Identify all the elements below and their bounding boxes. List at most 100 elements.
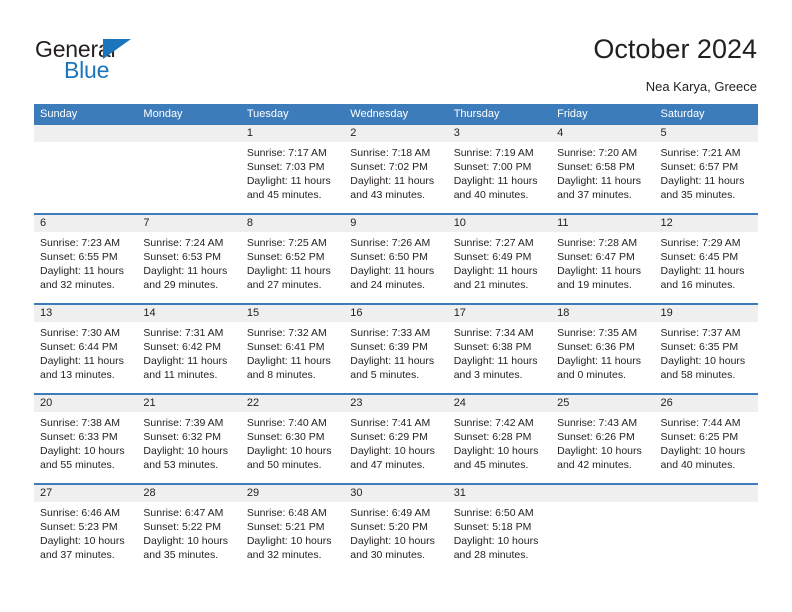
daylight-duration-line1: Daylight: 10 hours xyxy=(453,445,539,457)
calendar-day-cell[interactable]: 29 Sunrise: 6:48 AM Sunset: 5:21 PM Dayligh… xyxy=(240,485,345,573)
sunrise-time: Sunrise: 7:29 AM xyxy=(660,237,741,249)
sunrise-time: Sunrise: 7:33 AM xyxy=(350,327,431,339)
calendar-day-cell[interactable]: 30 Sunrise: 6:49 AM Sunset: 5:20 PM Dayligh… xyxy=(344,485,448,573)
sunset-time: Sunset: 6:45 PM xyxy=(660,251,739,263)
daylight-duration-line2: and 45 minutes. xyxy=(453,459,529,471)
daylight-duration-line1: Daylight: 10 hours xyxy=(557,445,642,457)
sunset-time: Sunset: 6:38 PM xyxy=(453,341,532,353)
sunrise-time: Sunrise: 7:27 AM xyxy=(453,237,534,249)
calendar-day-cell[interactable]: 8 Sunrise: 7:25 AM Sunset: 6:52 PM Daylight… xyxy=(240,215,345,303)
calendar-day-cell[interactable]: 27 Sunrise: 6:46 AM Sunset: 5:23 PM Dayligh… xyxy=(34,485,138,573)
calendar-day-cell[interactable]: 13 Sunrise: 7:30 AM Sunset: 6:44 PM Dayligh… xyxy=(34,305,138,393)
sunrise-time: Sunrise: 7:30 AM xyxy=(40,327,120,339)
day-details: Sunrise: 6:50 AM Sunset: 5:18 PM Daylight:… xyxy=(448,502,551,562)
day-number: 23 xyxy=(344,395,448,412)
day-details: Sunrise: 7:25 AM Sunset: 6:52 PM Daylight:… xyxy=(241,232,344,292)
calendar-day-cell[interactable]: 1 Sunrise: 7:17 AM Sunset: 7:03 PM Daylight… xyxy=(240,125,345,213)
page-title: October 2024 xyxy=(593,34,757,64)
daylight-duration-line2: and 0 minutes. xyxy=(557,369,626,381)
sunset-time: Sunset: 7:03 PM xyxy=(246,161,325,173)
sunrise-time: Sunrise: 6:47 AM xyxy=(143,507,224,519)
calendar-day-cell[interactable]: 10 Sunrise: 7:27 AM Sunset: 6:49 PM Dayligh… xyxy=(447,215,552,303)
calendar-day-cell[interactable]: 15 Sunrise: 7:32 AM Sunset: 6:41 PM Dayligh… xyxy=(240,305,345,393)
sunset-time: Sunset: 6:30 PM xyxy=(246,431,325,443)
day-number: 9 xyxy=(344,215,448,232)
day-details: Sunrise: 7:34 AM Sunset: 6:38 PM Daylight:… xyxy=(448,322,551,382)
sunrise-time: Sunrise: 7:19 AM xyxy=(453,147,534,159)
sunset-time: Sunset: 6:26 PM xyxy=(557,431,635,443)
daylight-duration-line1: Daylight: 11 hours xyxy=(453,355,538,367)
sunrise-time: Sunrise: 6:49 AM xyxy=(350,507,431,519)
page-header: General Blue October 2024 Nea Karya, Gre… xyxy=(0,0,792,100)
daylight-duration-line1: Daylight: 10 hours xyxy=(660,355,746,367)
sunset-time: Sunset: 5:18 PM xyxy=(453,521,532,533)
sunset-time: Sunset: 6:39 PM xyxy=(350,341,428,353)
calendar-day-cell[interactable]: 26 Sunrise: 7:44 AM Sunset: 6:25 PM Dayligh… xyxy=(654,395,758,483)
day-details: Sunrise: 7:26 AM Sunset: 6:50 PM Daylight:… xyxy=(344,232,447,292)
daylight-duration-line2: and 21 minutes. xyxy=(453,279,529,291)
daylight-duration-line1: Daylight: 11 hours xyxy=(246,175,331,187)
day-number: 28 xyxy=(137,485,241,502)
calendar-day-cell[interactable]: 21 Sunrise: 7:39 AM Sunset: 6:32 PM Dayligh… xyxy=(137,395,241,483)
sunset-time: Sunset: 6:42 PM xyxy=(143,341,222,353)
calendar-day-cell[interactable]: 9 Sunrise: 7:26 AM Sunset: 6:50 PM Daylight… xyxy=(344,215,448,303)
daylight-duration-line2: and 50 minutes. xyxy=(246,459,322,471)
calendar-day-cell[interactable]: 23 Sunrise: 7:41 AM Sunset: 6:29 PM Dayligh… xyxy=(344,395,448,483)
calendar-day-cell[interactable]: 28 Sunrise: 6:47 AM Sunset: 5:22 PM Dayligh… xyxy=(137,485,241,573)
calendar-day-cell[interactable]: 24 Sunrise: 7:42 AM Sunset: 6:28 PM Dayligh… xyxy=(447,395,552,483)
sunrise-time: Sunrise: 7:37 AM xyxy=(660,327,741,339)
daylight-duration-line2: and 32 minutes. xyxy=(246,549,322,561)
daylight-duration-line1: Daylight: 10 hours xyxy=(453,535,539,547)
calendar-day-cell[interactable]: 6 Sunrise: 7:23 AM Sunset: 6:55 PM Daylight… xyxy=(34,215,138,303)
daylight-duration-line1: Daylight: 11 hours xyxy=(660,265,745,277)
day-number: 20 xyxy=(34,395,138,412)
sunset-time: Sunset: 6:55 PM xyxy=(40,251,118,263)
calendar-day-cell[interactable]: 16 Sunrise: 7:33 AM Sunset: 6:39 PM Dayligh… xyxy=(344,305,448,393)
calendar-day-cell[interactable]: 4 Sunrise: 7:20 AM Sunset: 6:58 PM Daylight… xyxy=(551,125,655,213)
weekday-header-thursday: Thursday xyxy=(453,108,500,120)
calendar-day-cell[interactable]: 17 Sunrise: 7:34 AM Sunset: 6:38 PM Dayligh… xyxy=(447,305,552,393)
sunset-time: Sunset: 7:00 PM xyxy=(453,161,532,173)
daylight-duration-line2: and 37 minutes. xyxy=(557,189,632,201)
calendar-day-cell[interactable]: 31 Sunrise: 6:50 AM Sunset: 5:18 PM Dayligh… xyxy=(447,485,552,573)
day-details: Sunrise: 7:37 AM Sunset: 6:35 PM Daylight:… xyxy=(655,322,758,382)
daylight-duration-line2: and 58 minutes. xyxy=(660,369,736,381)
sunrise-time: Sunrise: 7:40 AM xyxy=(246,417,327,429)
triangle-icon xyxy=(103,39,131,59)
general-blue-logo: General Blue xyxy=(35,36,235,88)
calendar-day-cell[interactable]: 2 Sunrise: 7:18 AM Sunset: 7:02 PM Daylight… xyxy=(344,125,448,213)
calendar-day-cell[interactable]: 14 Sunrise: 7:31 AM Sunset: 6:42 PM Dayligh… xyxy=(137,305,241,393)
weekday-header-sunday: Sunday xyxy=(40,108,78,120)
calendar-day-cell[interactable]: 12 Sunrise: 7:29 AM Sunset: 6:45 PM Dayligh… xyxy=(654,215,758,303)
sunrise-time: Sunrise: 7:17 AM xyxy=(246,147,327,159)
calendar-day-cell[interactable]: 5 Sunrise: 7:21 AM Sunset: 6:57 PM Daylight… xyxy=(654,125,758,213)
calendar-day-cell[interactable]: 19 Sunrise: 7:37 AM Sunset: 6:35 PM Dayligh… xyxy=(654,305,758,393)
day-number: 17 xyxy=(447,305,552,322)
sunrise-time: Sunrise: 6:50 AM xyxy=(453,507,534,519)
sunrise-time: Sunrise: 7:18 AM xyxy=(350,147,431,159)
calendar-day-cell[interactable]: 7 Sunrise: 7:24 AM Sunset: 6:53 PM Daylight… xyxy=(137,215,241,303)
daylight-duration-line2: and 30 minutes. xyxy=(350,549,425,561)
day-details: Sunrise: 6:48 AM Sunset: 5:21 PM Daylight:… xyxy=(241,502,344,562)
daylight-duration-line2: and 47 minutes. xyxy=(350,459,425,471)
calendar-day-cell[interactable]: 20 Sunrise: 7:38 AM Sunset: 6:33 PM Dayligh… xyxy=(34,395,138,483)
weekday-header-wednesday: Wednesday xyxy=(350,108,409,120)
calendar-day-cell[interactable]: 25 Sunrise: 7:43 AM Sunset: 6:26 PM Dayligh… xyxy=(551,395,655,483)
calendar-day-cell[interactable]: 18 Sunrise: 7:35 AM Sunset: 6:36 PM Dayligh… xyxy=(551,305,655,393)
day-number: 8 xyxy=(240,215,345,232)
sunset-time: Sunset: 6:29 PM xyxy=(350,431,428,443)
calendar-day-cell[interactable]: 22 Sunrise: 7:40 AM Sunset: 6:30 PM Dayligh… xyxy=(240,395,345,483)
day-number: 27 xyxy=(34,485,138,502)
weekday-header-saturday: Saturday xyxy=(660,108,705,120)
sunset-time: Sunset: 6:32 PM xyxy=(143,431,222,443)
calendar-day-cell[interactable]: 3 Sunrise: 7:19 AM Sunset: 7:00 PM Daylight… xyxy=(447,125,552,213)
day-details: Sunrise: 7:24 AM Sunset: 6:53 PM Daylight:… xyxy=(137,232,240,292)
day-details: Sunrise: 7:28 AM Sunset: 6:47 PM Daylight:… xyxy=(551,232,654,292)
day-number: 11 xyxy=(551,215,655,232)
calendar-day-cell[interactable]: 11 Sunrise: 7:28 AM Sunset: 6:47 PM Dayligh… xyxy=(551,215,655,303)
daylight-duration-line1: Daylight: 11 hours xyxy=(246,355,331,367)
weekday-header-row: Sunday Monday Tuesday Wednesday Thursday… xyxy=(34,104,758,125)
calendar-day-cell-empty xyxy=(34,125,138,213)
sunset-time: Sunset: 5:21 PM xyxy=(246,521,325,533)
day-number xyxy=(551,485,655,502)
